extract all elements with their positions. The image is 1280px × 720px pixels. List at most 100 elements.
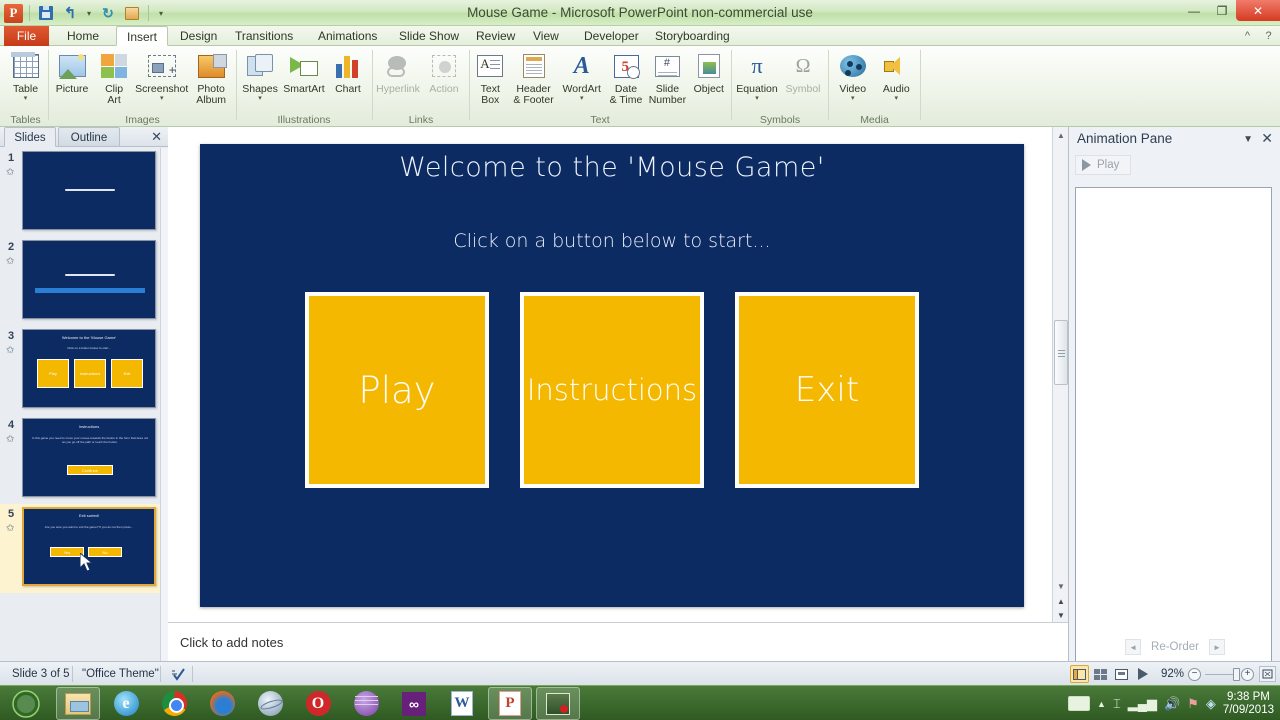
audio-button[interactable]: Audio ▾ — [875, 48, 919, 102]
flash-icon[interactable]: ⌶ — [1113, 696, 1121, 712]
close-animation-pane-icon[interactable]: ✕ — [1261, 130, 1273, 147]
symbol-button[interactable]: Ω Symbol — [780, 48, 826, 95]
thumbnail-slide-4[interactable]: 4 ✩ Instructions In this game you need t… — [0, 415, 160, 504]
tab-insert[interactable]: Insert — [116, 26, 169, 46]
slide-show-button[interactable] — [1133, 665, 1152, 683]
table-dropdown-icon[interactable]: ▾ — [24, 95, 28, 102]
reorder-up-button[interactable]: ◄ — [1125, 639, 1142, 655]
slide-title[interactable]: Welcome to the 'Mouse Game' — [200, 152, 1024, 183]
smartart-button[interactable]: SmartArt — [281, 48, 327, 95]
shapes-button[interactable]: Shapes ▾ — [239, 48, 281, 102]
equation-dropdown-icon[interactable]: ▾ — [755, 95, 759, 102]
reorder-down-button[interactable]: ► — [1208, 639, 1225, 655]
video-button[interactable]: Video ▾ — [831, 48, 875, 102]
fit-slide-to-window-button[interactable] — [1259, 666, 1276, 682]
taskbar-seamonkey[interactable] — [344, 687, 388, 720]
volume-icon[interactable]: 🔊 — [1164, 696, 1180, 712]
instructions-button[interactable]: Instructions — [520, 292, 704, 488]
thumbnail-list[interactable]: 1 ✩ 2 ✩ 3 ✩ Welcome to the 'Mouse Game' … — [0, 148, 160, 661]
taskbar-safari[interactable] — [248, 687, 292, 720]
normal-view-button[interactable] — [1070, 665, 1089, 683]
tab-design[interactable]: Design — [170, 26, 227, 46]
taskbar-microsoft-powerpoint[interactable]: P — [488, 687, 532, 720]
previous-slide-icon[interactable]: ▲ — [1053, 594, 1069, 608]
next-slide-icon[interactable]: ▼ — [1053, 608, 1069, 622]
keyboard-icon[interactable] — [1068, 696, 1091, 711]
restore-button[interactable]: ❐ — [1208, 0, 1236, 21]
thumbnail-slide-5[interactable]: 5 ✩ Exit sorted! Are you sure you want t… — [0, 504, 160, 593]
tab-storyboarding[interactable]: Storyboarding — [645, 26, 740, 46]
photo-album-button[interactable]: Photo Album — [188, 48, 234, 106]
taskbar-google-chrome[interactable] — [152, 687, 196, 720]
slides-panel-scrollbar[interactable] — [160, 148, 168, 661]
table-button[interactable]: Table ▾ — [4, 48, 47, 102]
taskbar-opera[interactable]: O — [296, 687, 340, 720]
zoom-track[interactable] — [1205, 667, 1240, 681]
scroll-down-icon[interactable]: ▼ — [1053, 578, 1069, 594]
clock[interactable]: 9:38 PM 7/09/2013 — [1223, 691, 1274, 717]
wordart-dropdown-icon[interactable]: ▾ — [580, 95, 584, 102]
screenshot-button[interactable]: Screenshot ▾ — [135, 48, 188, 102]
network-icon[interactable]: ▂▄▆ — [1128, 696, 1157, 712]
slide-number-button[interactable]: Slide Number — [646, 48, 688, 106]
object-button[interactable]: Object — [689, 48, 729, 95]
notes-pane[interactable]: Click to add notes — [168, 622, 1068, 661]
exit-button[interactable]: Exit — [735, 292, 919, 488]
dropbox-icon[interactable]: ◈ — [1206, 696, 1216, 712]
zoom-level[interactable]: 92% — [1161, 662, 1184, 686]
minimize-button[interactable]: — — [1180, 0, 1208, 21]
taskbar-mozilla-firefox[interactable] — [200, 687, 244, 720]
shapes-dropdown-icon[interactable]: ▾ — [258, 95, 262, 102]
zoom-in-button[interactable]: + — [1241, 667, 1254, 681]
zoom-slider-thumb[interactable] — [1233, 667, 1240, 681]
start-button[interactable] — [0, 686, 52, 720]
taskbar-visual-studio[interactable]: ∞ — [392, 687, 436, 720]
screenshot-dropdown-icon[interactable]: ▾ — [160, 95, 164, 102]
action-button[interactable]: Action — [421, 48, 467, 95]
notes-placeholder[interactable]: Click to add notes — [174, 629, 1054, 657]
tab-transitions[interactable]: Transitions — [225, 26, 303, 46]
text-box-button[interactable]: Text Box — [471, 48, 510, 106]
close-button[interactable]: ✕ — [1236, 0, 1280, 21]
tab-file[interactable]: File — [4, 26, 49, 46]
chevron-down-icon[interactable]: ▼ — [1243, 134, 1253, 145]
slide-vertical-scrollbar[interactable]: ▲ ▼ ▲ ▼ — [1052, 127, 1068, 622]
tab-view[interactable]: View — [523, 26, 569, 46]
spell-check-button[interactable] — [162, 662, 194, 686]
security-icon[interactable]: ⚑ — [1187, 696, 1199, 712]
reading-view-button[interactable] — [1112, 665, 1131, 683]
video-dropdown-icon[interactable]: ▾ — [851, 95, 855, 102]
animation-play-button[interactable]: Play — [1075, 155, 1131, 175]
clip-art-button[interactable]: Clip Art — [93, 48, 135, 106]
theme-name[interactable]: "Office Theme" — [74, 662, 167, 686]
play-button[interactable]: Play — [305, 292, 489, 488]
hyperlink-button[interactable]: Hyperlink — [375, 48, 421, 95]
slide-indicator[interactable]: Slide 3 of 5 — [4, 662, 78, 686]
tab-developer[interactable]: Developer — [574, 26, 649, 46]
close-slides-panel-icon[interactable]: ✕ — [151, 129, 162, 145]
chart-button[interactable]: Chart — [327, 48, 369, 95]
zoom-slider[interactable]: − + — [1188, 667, 1254, 681]
thumbnail-slide-3[interactable]: 3 ✩ Welcome to the 'Mouse Game' Click on… — [0, 326, 160, 415]
wordart-button[interactable]: A WordArt ▾ — [558, 48, 606, 102]
date-time-button[interactable]: Date & Time — [606, 48, 646, 106]
tab-home[interactable]: Home — [57, 26, 109, 46]
taskbar-internet-explorer[interactable]: e — [104, 687, 148, 720]
picture-button[interactable]: Picture — [51, 48, 93, 95]
tab-slides[interactable]: Slides — [4, 127, 56, 147]
show-hidden-icons-button[interactable]: ▲ — [1097, 699, 1106, 709]
slide-subtitle[interactable]: Click on a button below to start... — [200, 230, 1024, 252]
scroll-up-icon[interactable]: ▲ — [1053, 127, 1069, 143]
equation-button[interactable]: π Equation ▾ — [734, 48, 780, 103]
thumbnail-slide-2[interactable]: 2 ✩ — [0, 237, 160, 326]
tab-outline[interactable]: Outline — [58, 127, 120, 147]
tab-review[interactable]: Review — [466, 26, 525, 46]
taskbar-windows-explorer[interactable] — [56, 687, 100, 720]
header-footer-button[interactable]: Header & Footer — [510, 48, 558, 106]
zoom-out-button[interactable]: − — [1188, 667, 1201, 681]
taskbar-microsoft-word[interactable]: W — [440, 687, 484, 720]
tab-slide-show[interactable]: Slide Show — [389, 26, 469, 46]
current-slide[interactable]: Welcome to the 'Mouse Game' Click on a b… — [200, 144, 1024, 607]
taskbar-screen-recorder[interactable] — [536, 687, 580, 720]
audio-dropdown-icon[interactable]: ▾ — [894, 95, 898, 102]
